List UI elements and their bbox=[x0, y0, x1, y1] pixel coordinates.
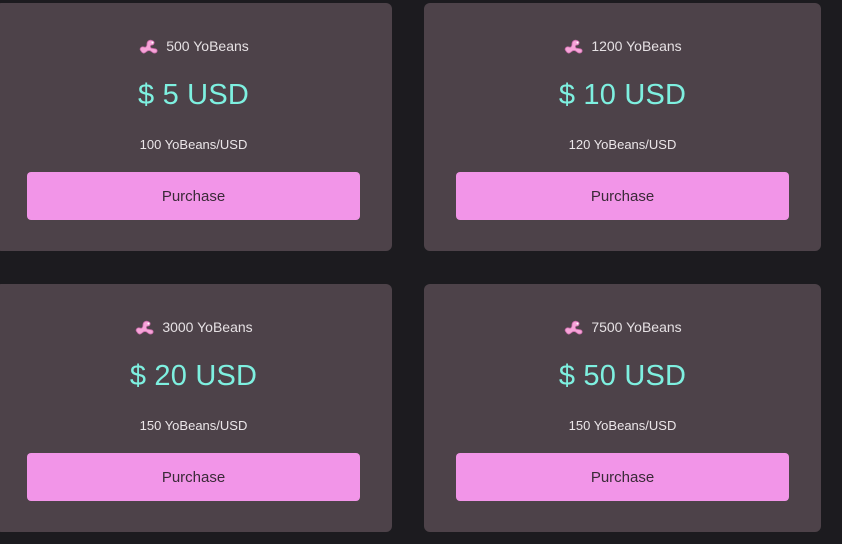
package-amount: 3000 YoBeans bbox=[162, 319, 253, 335]
purchase-button[interactable]: Purchase bbox=[27, 172, 360, 220]
yobean-icon bbox=[565, 39, 583, 54]
package-card-7500: 7500 YoBeans $ 50 USD 150 YoBeans/USD Pu… bbox=[424, 284, 821, 532]
purchase-button[interactable]: Purchase bbox=[456, 453, 789, 501]
package-amount-row: 7500 YoBeans bbox=[424, 318, 821, 336]
package-amount-row: 500 YoBeans bbox=[0, 37, 392, 55]
purchase-button[interactable]: Purchase bbox=[456, 172, 789, 220]
package-price: $ 10 USD bbox=[558, 79, 687, 111]
yobeans-package-grid: 500 YoBeans $ 5 USD 100 YoBeans/USD Purc… bbox=[0, 0, 842, 544]
yobean-icon bbox=[565, 320, 583, 335]
package-rate: 120 YoBeans/USD bbox=[568, 137, 677, 152]
package-amount: 500 YoBeans bbox=[166, 38, 249, 54]
package-amount: 7500 YoBeans bbox=[591, 319, 682, 335]
package-price: $ 50 USD bbox=[558, 360, 687, 392]
package-price: $ 20 USD bbox=[129, 360, 258, 392]
package-rate: 100 YoBeans/USD bbox=[139, 137, 248, 152]
package-card-3000: 3000 YoBeans $ 20 USD 150 YoBeans/USD Pu… bbox=[0, 284, 392, 532]
package-card-500: 500 YoBeans $ 5 USD 100 YoBeans/USD Purc… bbox=[0, 3, 392, 251]
package-card-1200: 1200 YoBeans $ 10 USD 120 YoBeans/USD Pu… bbox=[424, 3, 821, 251]
package-rate: 150 YoBeans/USD bbox=[139, 418, 248, 433]
package-price: $ 5 USD bbox=[138, 79, 249, 111]
yobean-icon bbox=[140, 39, 158, 54]
package-rate: 150 YoBeans/USD bbox=[568, 418, 677, 433]
yobean-icon bbox=[136, 320, 154, 335]
package-amount-row: 1200 YoBeans bbox=[424, 37, 821, 55]
purchase-button[interactable]: Purchase bbox=[27, 453, 360, 501]
package-amount: 1200 YoBeans bbox=[591, 38, 682, 54]
package-amount-row: 3000 YoBeans bbox=[0, 318, 392, 336]
